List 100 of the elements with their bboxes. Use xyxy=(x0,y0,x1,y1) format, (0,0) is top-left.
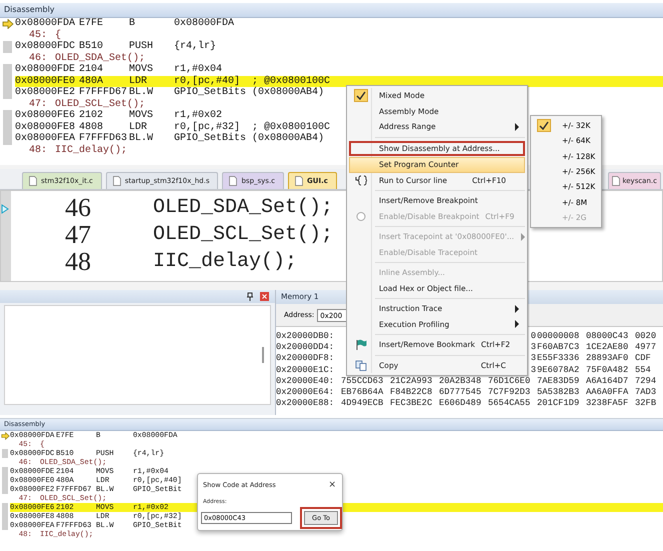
close-icon[interactable] xyxy=(260,292,269,301)
source-text: OLED_SDA_Set(); xyxy=(55,52,146,64)
memory-value: CDF xyxy=(635,353,652,364)
memory-value: AA6A0FFA xyxy=(586,387,630,398)
memory-value: F60AB7C3 xyxy=(537,342,580,352)
mnemonic-text: MOVS xyxy=(129,64,154,76)
line-number: 45: xyxy=(28,30,48,41)
file-icon xyxy=(612,176,620,186)
opcode-text: E7FE xyxy=(79,18,104,30)
mnemonic-text: PUSH xyxy=(129,41,154,52)
opcode-text: F7FFFD67 xyxy=(79,87,128,98)
mnemonic-text: LDR xyxy=(129,76,148,87)
source-text: OLED_SCL_Set(); xyxy=(55,98,146,110)
address-text: 0x08000FE0 xyxy=(15,76,76,87)
memory-value: 3 xyxy=(530,364,537,375)
operand-text: GPIO_SetBits (0x08000AB4) xyxy=(174,87,324,98)
address-text: 0x08000FE8 xyxy=(15,122,76,133)
opcode-text: F7FFFD63 xyxy=(79,133,128,144)
address-text: 0x08000FDE xyxy=(15,64,76,76)
memory-value: 0020 xyxy=(635,330,658,341)
memory-value: 5654CA55 xyxy=(488,398,532,408)
memory-value: 1CE2AE80 xyxy=(586,342,630,352)
address-text: 0x20000E1C: xyxy=(276,364,336,375)
memory-value: 7294 xyxy=(635,376,658,386)
line-number: 47 xyxy=(64,220,91,250)
operand-text: {r4,lr} xyxy=(174,41,216,52)
mnemonic-text: BL.W xyxy=(129,133,154,144)
address-text: 0x20000E64: xyxy=(276,387,336,398)
address-text: 0x20000DD4: xyxy=(276,342,336,352)
operand-text: 0x08000FDA xyxy=(174,18,234,30)
memory-value: 6D777545 xyxy=(439,387,482,398)
mnemonic-text: B xyxy=(129,18,136,30)
address-text: 0x20000E40: xyxy=(276,376,336,386)
address-text: 0x20000E88: xyxy=(276,398,336,408)
opcode-text: B510 xyxy=(79,41,104,52)
opcode-text: 480A xyxy=(79,76,104,87)
memory-value: 0 xyxy=(530,330,537,341)
memory-value: 28893AF0 xyxy=(586,353,630,364)
memory-value: A6A164D7 xyxy=(586,376,630,386)
memory-value: 554 xyxy=(635,364,652,375)
memory-value: 4D949ECB xyxy=(341,398,384,408)
memory-value: 08000C43 xyxy=(586,330,630,341)
mnemonic-text: MOVS xyxy=(129,110,154,122)
line-number: 46: xyxy=(28,52,48,64)
breakpoint-icon xyxy=(355,210,367,222)
run-to-cursor-icon xyxy=(355,174,367,186)
memory-value: 7AD3 xyxy=(635,387,658,398)
file-icon xyxy=(29,176,37,186)
memory-value: 3238FA5F xyxy=(586,398,630,408)
code-text: IIC_delay(); xyxy=(153,250,298,273)
memory-value: 76D1C6E0 xyxy=(488,376,532,386)
code-text: OLED_SDA_Set(); xyxy=(153,196,334,219)
address-text: 0x08000FE2 xyxy=(15,87,76,98)
memory-value: 755CCD63 xyxy=(341,376,384,386)
flag-icon xyxy=(355,339,367,350)
operand-text: GPIO_SetBits (0x08000AB4) xyxy=(174,133,324,144)
address-text: 0x20000DB0: xyxy=(276,330,336,341)
memory-value: 3 xyxy=(530,353,537,364)
memory-value: 00000008 xyxy=(537,330,580,341)
line-number: 48 xyxy=(64,246,91,276)
memory-value: F84B22C8 xyxy=(390,387,434,398)
operand-text: r1,#0x02 xyxy=(174,110,222,122)
operand-text: r0,[pc,#32] ; @0x0800100C xyxy=(174,122,330,133)
file-icon xyxy=(229,176,238,186)
pin-icon[interactable] xyxy=(246,292,254,301)
memory-value: 7AE83D59 xyxy=(537,376,580,386)
memory-value: E55F3336 xyxy=(537,353,580,364)
memory-value: 21C2A993 xyxy=(390,376,434,386)
opcode-text: 2102 xyxy=(79,110,104,122)
line-number: 46 xyxy=(64,192,91,222)
address-text: 0x08000FEA xyxy=(15,133,76,144)
code-text: OLED_SCL_Set(); xyxy=(153,223,334,246)
file-icon xyxy=(112,176,121,186)
mnemonic-text: BL.W xyxy=(129,87,154,98)
file-icon xyxy=(295,176,304,186)
memory-value: 20A2B348 xyxy=(439,376,482,386)
memory-value: 75F0A482 xyxy=(586,364,630,375)
memory-value: 32FB xyxy=(635,398,658,408)
memory-value: E606D489 xyxy=(439,398,482,408)
address-text: 0x20000DF8: xyxy=(276,353,336,364)
opcode-text: 4808 xyxy=(79,122,104,133)
mnemonic-text: LDR xyxy=(129,122,148,133)
memory-value: EB76B64A xyxy=(341,387,384,398)
memory-value: 201CF1D9 xyxy=(537,398,580,408)
line-number: 48: xyxy=(28,144,48,156)
address-text: 0x08000FDA xyxy=(15,18,76,30)
address-text: 0x08000FDC xyxy=(15,41,76,52)
memory-value: 9E6078A2 xyxy=(537,364,580,375)
operand-text: r0,[pc,#40] ; @0x0800100C xyxy=(174,76,330,87)
memory-value: 4977 xyxy=(635,342,658,352)
memory-value: 3 xyxy=(530,342,537,352)
source-text: IIC_delay(); xyxy=(55,144,128,156)
close-button[interactable]: × xyxy=(328,480,336,490)
memory-value: 5A5382B3 xyxy=(537,387,580,398)
copy-icon xyxy=(355,360,367,371)
operand-text: r1,#0x04 xyxy=(174,64,222,76)
address-text: 0x08000FE6 xyxy=(15,110,76,122)
line-number: 47: xyxy=(28,98,48,110)
opcode-text: 2104 xyxy=(79,64,104,76)
source-text: { xyxy=(55,30,62,41)
